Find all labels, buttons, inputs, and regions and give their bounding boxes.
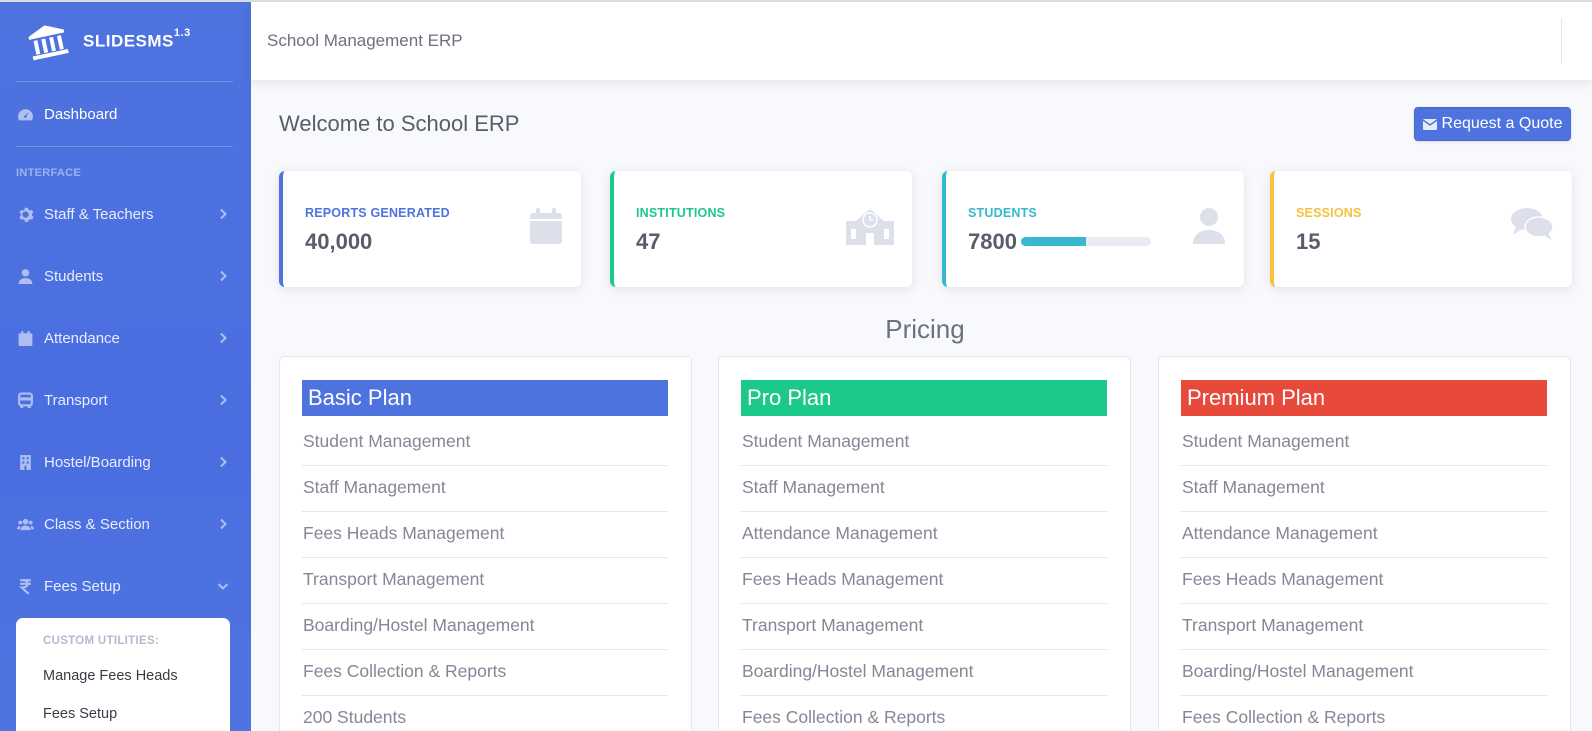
sidebar-item-students[interactable]: Students bbox=[0, 245, 251, 307]
stat-label: REPORTS GENERATED bbox=[305, 206, 450, 220]
request-quote-label: Request a Quote bbox=[1441, 115, 1563, 132]
plan-features: Student Management Staff Management Atte… bbox=[741, 420, 1107, 731]
chevron-right-icon bbox=[220, 394, 227, 406]
plan-feature: Fees Collection & Reports bbox=[302, 650, 668, 696]
sidebar-item-label: Hostel/Boarding bbox=[44, 453, 151, 471]
sidebar: SLIDESMS1.3 Dashboard INTERFACE Staff & … bbox=[0, 2, 251, 731]
sidebar-item-label: Fees Setup bbox=[44, 577, 121, 595]
university-icon bbox=[28, 24, 69, 60]
plan-feature: Student Management bbox=[741, 420, 1107, 466]
stat-value: 7800 bbox=[968, 229, 1017, 254]
sidebar-item-staff-teachers[interactable]: Staff & Teachers bbox=[0, 183, 251, 245]
sidebar-item-fees-setup[interactable]: Fees Setup bbox=[0, 555, 251, 617]
plan-feature: Fees Collection & Reports bbox=[1181, 696, 1547, 731]
stat-card-sessions: SESSIONS 15 bbox=[1270, 171, 1572, 287]
plan-feature: Boarding/Hostel Management bbox=[1181, 650, 1547, 696]
rupee-icon bbox=[19, 578, 31, 595]
plan-feature: Fees Heads Management bbox=[1181, 558, 1547, 604]
topbar: School Management ERP bbox=[251, 2, 1592, 80]
request-quote-button[interactable]: Request a Quote bbox=[1414, 107, 1571, 141]
page-title: Welcome to School ERP bbox=[279, 111, 520, 136]
plan-feature: Transport Management bbox=[741, 604, 1107, 650]
topbar-divider bbox=[1561, 18, 1562, 64]
sidebar-item-label: Students bbox=[44, 267, 104, 285]
sidebar-item-dashboard[interactable]: Dashboard bbox=[0, 82, 251, 146]
comments-icon bbox=[1511, 208, 1554, 240]
chevron-right-icon bbox=[220, 518, 227, 530]
sidebar-item-class-section[interactable]: Class & Section bbox=[0, 493, 251, 555]
plan-feature: Attendance Management bbox=[741, 512, 1107, 558]
chevron-right-icon bbox=[220, 208, 227, 220]
stat-label: SESSIONS bbox=[1296, 206, 1362, 220]
plan-feature: Boarding/Hostel Management bbox=[741, 650, 1107, 696]
sidebar-item-attendance[interactable]: Attendance bbox=[0, 307, 251, 369]
plan-card-basic: Basic Plan Student Management Staff Mana… bbox=[279, 356, 692, 731]
plan-feature: Staff Management bbox=[1181, 466, 1547, 512]
plan-name: Pro Plan bbox=[741, 380, 1107, 416]
calendar-icon bbox=[18, 330, 33, 346]
students-progress-fill bbox=[1021, 237, 1086, 246]
sidebar-item-label: Dashboard bbox=[44, 105, 118, 123]
stat-value: 47 bbox=[636, 229, 661, 254]
stat-card-reports: REPORTS GENERATED 40,000 bbox=[279, 171, 581, 287]
plan-feature: Student Management bbox=[1181, 420, 1547, 466]
topbar-title: School Management ERP bbox=[267, 31, 463, 50]
plan-features: Student Management Staff Management Atte… bbox=[1181, 420, 1547, 731]
chevron-right-icon bbox=[220, 332, 227, 344]
brand-name: SLIDESMS1.3 bbox=[83, 27, 191, 51]
plan-features: Student Management Staff Management Fees… bbox=[302, 420, 668, 731]
students-progress-bar bbox=[1021, 237, 1151, 246]
plan-name: Basic Plan bbox=[302, 380, 668, 416]
tachometer-icon bbox=[18, 108, 33, 120]
submenu-heading: CUSTOM UTILITIES: bbox=[43, 635, 160, 647]
calendar-icon bbox=[530, 208, 562, 244]
plan-card-premium: Premium Plan Student Management Staff Ma… bbox=[1158, 356, 1571, 731]
submenu-item-manage-fees-heads[interactable]: Manage Fees Heads bbox=[16, 668, 230, 706]
plan-feature: Staff Management bbox=[302, 466, 668, 512]
plan-feature: Fees Heads Management bbox=[741, 558, 1107, 604]
users-icon bbox=[17, 518, 34, 530]
sidebar-item-label: Class & Section bbox=[44, 515, 150, 533]
chevron-down-icon bbox=[217, 583, 229, 590]
brand-version: 1.3 bbox=[173, 27, 191, 40]
plan-feature: Staff Management bbox=[741, 466, 1107, 512]
stat-value: 40,000 bbox=[305, 229, 373, 254]
stat-label: INSTITUTIONS bbox=[636, 206, 726, 220]
plan-name: Premium Plan bbox=[1181, 380, 1547, 416]
sidebar-brand[interactable]: SLIDESMS1.3 bbox=[0, 2, 251, 81]
plan-feature: Transport Management bbox=[302, 558, 668, 604]
cog-icon bbox=[19, 207, 34, 222]
window-top-border bbox=[0, 0, 1592, 2]
sidebar-item-label: Transport bbox=[44, 391, 108, 409]
sidebar-item-label: Attendance bbox=[44, 329, 120, 347]
envelope-icon bbox=[1422, 118, 1437, 130]
sidebar-heading: INTERFACE bbox=[16, 167, 82, 179]
sidebar-item-hostel-boarding[interactable]: Hostel/Boarding bbox=[0, 431, 251, 493]
building-icon bbox=[20, 454, 31, 470]
plan-feature: Fees Heads Management bbox=[302, 512, 668, 558]
bus-icon bbox=[18, 392, 33, 408]
plan-feature: Attendance Management bbox=[1181, 512, 1547, 558]
chevron-right-icon bbox=[220, 270, 227, 282]
sidebar-item-label: Staff & Teachers bbox=[44, 205, 154, 223]
sidebar-item-transport[interactable]: Transport bbox=[0, 369, 251, 431]
plan-feature: Transport Management bbox=[1181, 604, 1547, 650]
stat-card-students: STUDENTS 7800 bbox=[942, 171, 1244, 287]
user-icon bbox=[18, 268, 33, 284]
fees-setup-submenu: CUSTOM UTILITIES: Manage Fees Heads Fees… bbox=[16, 618, 230, 731]
user-icon bbox=[1193, 208, 1225, 244]
plan-feature: Student Management bbox=[302, 420, 668, 466]
stat-label: STUDENTS bbox=[968, 206, 1037, 220]
submenu-item-fees-setup[interactable]: Fees Setup bbox=[16, 706, 230, 731]
stat-card-institutions: INSTITUTIONS 47 bbox=[610, 171, 912, 287]
stat-value: 15 bbox=[1296, 229, 1321, 254]
school-icon bbox=[846, 209, 894, 245]
plan-feature: 200 Students bbox=[302, 696, 668, 731]
pricing-title: Pricing bbox=[885, 314, 965, 344]
plan-feature: Fees Collection & Reports bbox=[741, 696, 1107, 731]
plan-card-pro: Pro Plan Student Management Staff Manage… bbox=[718, 356, 1131, 731]
chevron-right-icon bbox=[220, 456, 227, 468]
plan-feature: Boarding/Hostel Management bbox=[302, 604, 668, 650]
